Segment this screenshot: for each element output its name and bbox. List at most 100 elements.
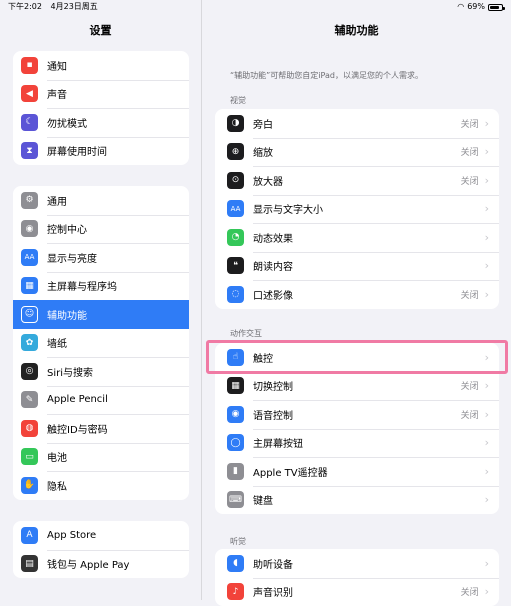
voiceover-icon: ◑ [227, 115, 244, 132]
sidebar-item-label: 钱包与 Apple Pay [47, 556, 129, 571]
switches-icon: ◉ [21, 220, 38, 237]
sidebar-item-text-size[interactable]: AA显示与亮度 [13, 243, 189, 272]
setting-row-text-size[interactable]: AA 显示与文字大小 › [215, 195, 499, 224]
setting-row-voice-control[interactable]: ◉语音控制关闭› [215, 400, 499, 429]
chevron-right-icon: › [485, 174, 489, 187]
sidebar-item-label: 勿扰模式 [47, 115, 87, 130]
sound-recognition-icon: ♪ [227, 583, 244, 600]
section-header-hearing: 听觉 [230, 536, 246, 547]
sidebar-item-gear[interactable]: ⚙通用 [13, 186, 189, 215]
speech-bubble-icon: ❝ [227, 257, 244, 274]
sidebar-item-appstore[interactable]: AApp Store [13, 521, 189, 550]
settings-sidebar: 设置 ▪ 通知 ◀声音☾勿扰模式 ⧗ 屏幕使用时间 ⚙通用 ◉ 控制中心 AA显示与亮度 ▦ 主屏… [0, 0, 202, 600]
chevron-right-icon: › [485, 465, 489, 478]
hourglass-icon: ⧗ [21, 142, 38, 159]
sidebar-item-label: 墙纸 [47, 335, 67, 350]
setting-value: 关闭 [461, 288, 479, 301]
setting-value: 关闭 [461, 174, 479, 187]
setting-label: 显示与文字大小 [253, 201, 479, 216]
setting-label: 主屏幕按钮 [253, 435, 479, 450]
sidebar-item-wallet[interactable]: ▤钱包与 Apple Pay [13, 550, 189, 579]
sidebar-item-bell[interactable]: ▪ 通知 [13, 51, 189, 80]
hand-icon: ✋ [21, 477, 38, 494]
sidebar-item-flower[interactable]: ✿墙纸 [13, 329, 189, 358]
setting-row-ear[interactable]: ◖ 助听设备 › [215, 549, 499, 578]
audio-description-icon: ◌ [227, 286, 244, 303]
page-description: “辅助功能”可帮助您自定iPad，以满足您的个人需求。 [230, 70, 423, 81]
sidebar-item-label: Apple Pencil [47, 394, 108, 405]
setting-row-magnifier[interactable]: ⊙ 放大器关闭 › [215, 166, 499, 195]
sidebar-title: 设置 [0, 22, 201, 38]
sidebar-item-grid[interactable]: ▦ 主屏幕与程序坞 [13, 272, 189, 301]
keyboard-icon: ⌨ [227, 491, 244, 508]
setting-row-speech-bubble[interactable]: ❝朗读内容› [215, 252, 499, 281]
setting-label: 助听设备 [253, 556, 479, 571]
battery-percent: 69% [467, 0, 485, 14]
chevron-right-icon: › [485, 145, 489, 158]
chevron-right-icon: › [485, 585, 489, 598]
speaker-icon: ◀ [21, 85, 38, 102]
ear-icon: ◖ [227, 555, 244, 572]
setting-row-home-button[interactable]: ◯主屏幕按钮› [215, 429, 499, 458]
sidebar-item-label: 主屏幕与程序坞 [47, 278, 117, 293]
setting-label: 动态效果 [253, 230, 479, 245]
sidebar-item-speaker[interactable]: ◀声音 [13, 80, 189, 109]
setting-row-keyboard[interactable]: ⌨键盘› [215, 486, 499, 515]
status-time: 下午2:02 [8, 2, 42, 11]
setting-row-remote[interactable]: ▮Apple TV遥控器› [215, 457, 499, 486]
setting-row-switch-control[interactable]: ▦切换控制关闭› [215, 372, 499, 401]
text-size-icon: AA [21, 249, 38, 266]
setting-label: 缩放 [253, 144, 461, 159]
setting-value: 关闭 [461, 379, 479, 392]
sidebar-item-hand[interactable]: ✋ 隐私 [13, 471, 189, 500]
battery-icon [488, 4, 503, 11]
sidebar-item-label: 控制中心 [47, 221, 87, 236]
sidebar-item-label: 隐私 [47, 478, 67, 493]
appstore-icon: A [21, 527, 38, 544]
sidebar-item-moon[interactable]: ☾勿扰模式 [13, 108, 189, 137]
sidebar-item-fingerprint[interactable]: ◍触控ID与密码 [13, 414, 189, 443]
setting-label: 放大器 [253, 173, 461, 188]
setting-label: 键盘 [253, 492, 479, 507]
sidebar-item-label: 通用 [47, 193, 67, 208]
vision-card: ◑旁白关闭›⊕缩放关闭›⊙放大器关闭›AA显示与文字大小›◔动态效果›❝朗读内容… [215, 109, 499, 309]
sidebar-item-label: 电池 [47, 449, 67, 464]
remote-icon: ▮ [227, 463, 244, 480]
chevron-right-icon: › [485, 202, 489, 215]
setting-row-motion[interactable]: ◔ 动态效果 › [215, 223, 499, 252]
setting-row-sound-recognition[interactable]: ♪声音识别关闭› [215, 578, 499, 606]
sidebar-item-switches[interactable]: ◉ 控制中心 [13, 215, 189, 244]
sidebar-group-1: ▪ 通知 ◀声音☾勿扰模式 ⧗ 屏幕使用时间 [13, 51, 189, 165]
sidebar-item-accessibility[interactable]: ☺辅助功能 [13, 300, 189, 329]
chevron-right-icon: › [485, 117, 489, 130]
setting-label: 旁白 [253, 116, 461, 131]
sidebar-item-label: 通知 [47, 58, 67, 73]
sidebar-item-label: 屏幕使用时间 [47, 143, 107, 158]
sidebar-item-pencil[interactable]: ✎Apple Pencil [13, 386, 189, 415]
motion-icon: ◔ [227, 229, 244, 246]
sidebar-item-siri[interactable]: ◎Siri与搜索 [13, 357, 189, 386]
setting-row-voiceover[interactable]: ◑旁白关闭› [215, 109, 499, 138]
voice-control-icon: ◉ [227, 406, 244, 423]
sidebar-item-label: Siri与搜索 [47, 364, 93, 379]
sidebar-group-3: AApp Store▤钱包与 Apple Pay [13, 521, 189, 578]
fingerprint-icon: ◍ [21, 420, 38, 437]
chevron-right-icon: › [485, 231, 489, 244]
home-button-icon: ◯ [227, 434, 244, 451]
accessibility-icon: ☺ [21, 306, 38, 323]
sidebar-item-hourglass[interactable]: ⧗ 屏幕使用时间 [13, 137, 189, 166]
setting-label: 朗读内容 [253, 258, 479, 273]
grid-icon: ▦ [21, 277, 38, 294]
setting-row-zoom[interactable]: ⊕缩放关闭› [215, 138, 499, 167]
battery-icon: ▭ [21, 448, 38, 465]
setting-value: 关闭 [461, 408, 479, 421]
setting-label: 切换控制 [253, 378, 461, 393]
setting-row-audio-description[interactable]: ◌口述影像关闭› [215, 280, 499, 309]
magnifier-icon: ⊙ [227, 172, 244, 189]
chevron-right-icon: › [485, 557, 489, 570]
setting-value: 关闭 [461, 585, 479, 598]
text-size-icon: AA [227, 200, 244, 217]
chevron-right-icon: › [485, 408, 489, 421]
sidebar-item-battery[interactable]: ▭ 电池 [13, 443, 189, 472]
bell-icon: ▪ [21, 57, 38, 74]
